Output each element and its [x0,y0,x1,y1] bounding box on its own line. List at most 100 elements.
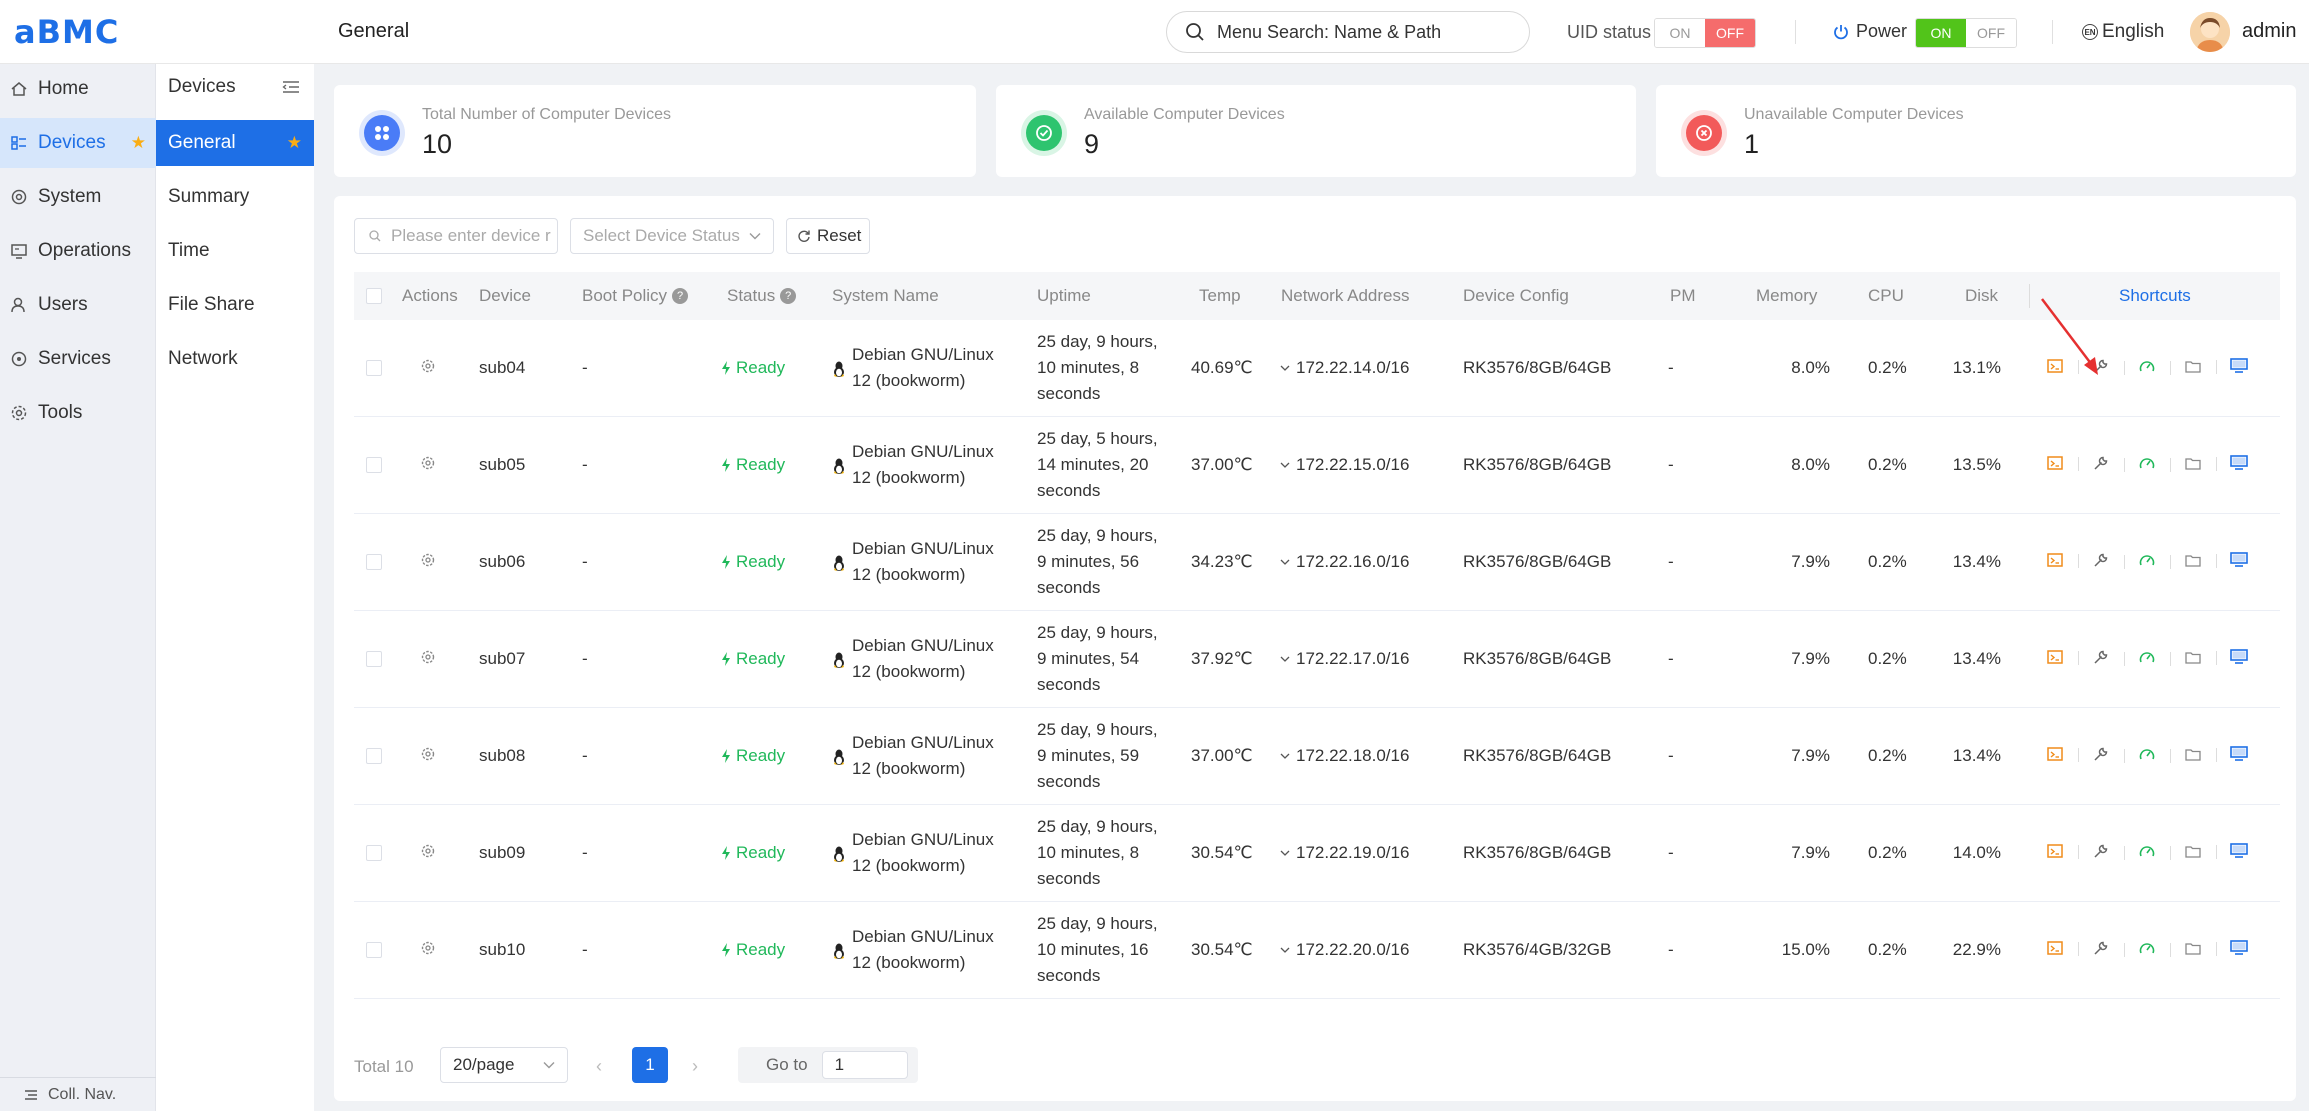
performance-gauge-icon[interactable] [2124,456,2170,472]
uid-status-toggle[interactable]: ON OFF [1654,18,1756,48]
device-name[interactable]: sub06 [479,552,525,572]
network-address[interactable]: 172.22.17.0/16 [1280,649,1409,669]
username[interactable]: admin [2242,20,2296,43]
performance-gauge-icon[interactable] [2124,553,2170,569]
folder-icon[interactable] [2170,456,2216,472]
page-size-select[interactable]: 20/page [440,1047,568,1083]
row-checkbox[interactable] [366,748,382,764]
chevron-down-icon[interactable] [1280,559,1290,565]
chevron-down-icon[interactable] [1280,753,1290,759]
prev-page-icon[interactable]: ‹ [596,1056,602,1077]
device-name[interactable]: sub04 [479,358,525,378]
help-icon[interactable]: ? [780,288,797,304]
table-row[interactable]: sub06 - Ready Debian GNU/Linux 12 (bookwo… [354,514,2280,611]
chevron-down-icon[interactable] [1280,656,1290,662]
uid-off-option[interactable]: OFF [1705,19,1755,47]
remote-desktop-icon[interactable] [2216,552,2262,568]
favorite-star-icon[interactable]: ★ [287,133,302,153]
chevron-down-icon[interactable] [1280,365,1290,371]
table-row[interactable]: sub04 - Ready Debian GNU/Linux 12 (bookwo… [354,320,2280,417]
power-off-option[interactable]: OFF [1966,19,2016,47]
terminal-icon[interactable] [2032,941,2078,955]
power-toggle[interactable]: ON OFF [1915,18,2017,48]
help-icon[interactable]: ? [672,288,689,304]
remote-desktop-icon[interactable] [2216,455,2262,471]
subnav-time[interactable]: Time [156,228,314,274]
folder-icon[interactable] [2170,844,2216,860]
folder-icon[interactable] [2170,650,2216,666]
terminal-icon[interactable] [2032,553,2078,567]
table-row[interactable]: sub05 - Ready Debian GNU/Linux 12 (bookwo… [354,417,2280,514]
table-row[interactable]: sub07 - Ready Debian GNU/Linux 12 (bookwo… [354,611,2280,708]
remote-desktop-icon[interactable] [2216,843,2262,859]
reset-button[interactable]: Reset [786,218,870,254]
next-page-icon[interactable]: › [692,1056,698,1077]
nav-system[interactable]: System [0,172,156,222]
folder-icon[interactable] [2170,941,2216,957]
network-address[interactable]: 172.22.19.0/16 [1280,843,1409,863]
page-number-current[interactable]: 1 [632,1047,668,1083]
device-name[interactable]: sub05 [479,455,525,475]
folder-icon[interactable] [2170,359,2216,375]
wrench-icon[interactable] [2078,746,2124,762]
nav-services[interactable]: Services [0,334,156,384]
subnav-general[interactable]: General ★ [156,120,314,166]
terminal-icon[interactable] [2032,747,2078,761]
nav-home[interactable]: Home [0,64,156,114]
folder-icon[interactable] [2170,747,2216,763]
performance-gauge-icon[interactable] [2124,747,2170,763]
settings-gear-icon[interactable] [420,940,436,961]
settings-gear-icon[interactable] [420,649,436,670]
settings-gear-icon[interactable] [420,843,436,864]
remote-desktop-icon[interactable] [2216,940,2262,956]
collapse-menu-icon[interactable] [282,80,300,94]
wrench-icon[interactable] [2078,940,2124,956]
table-row[interactable]: sub08 - Ready Debian GNU/Linux 12 (bookwo… [354,708,2280,805]
language-switch[interactable]: EN English [2082,21,2164,43]
performance-gauge-icon[interactable] [2124,941,2170,957]
performance-gauge-icon[interactable] [2124,844,2170,860]
network-address[interactable]: 172.22.18.0/16 [1280,746,1409,766]
header-device[interactable]: Device [479,286,531,306]
app-logo[interactable]: aBMC [14,13,119,51]
row-checkbox[interactable] [366,942,382,958]
row-checkbox[interactable] [366,845,382,861]
terminal-icon[interactable] [2032,844,2078,858]
chevron-down-icon[interactable] [1280,850,1290,856]
subnav-network[interactable]: Network [156,336,314,382]
wrench-icon[interactable] [2078,843,2124,859]
remote-desktop-icon[interactable] [2216,649,2262,665]
performance-gauge-icon[interactable] [2124,650,2170,666]
nav-devices[interactable]: Devices ★ [0,118,156,168]
nav-tools[interactable]: Tools [0,388,156,438]
subnav-file-share[interactable]: File Share [156,282,314,328]
table-row[interactable]: sub09 - Ready Debian GNU/Linux 12 (bookwo… [354,805,2280,902]
device-name[interactable]: sub07 [479,649,525,669]
subnav-summary[interactable]: Summary [156,174,314,220]
nav-operations[interactable]: Operations [0,226,156,276]
collapse-nav-button[interactable]: Coll. Nav. [0,1077,156,1111]
network-address[interactable]: 172.22.15.0/16 [1280,455,1409,475]
performance-gauge-icon[interactable] [2124,359,2170,375]
folder-icon[interactable] [2170,553,2216,569]
menu-search[interactable]: Menu Search: Name & Path [1166,11,1530,53]
device-name[interactable]: sub08 [479,746,525,766]
wrench-icon[interactable] [2078,455,2124,471]
chevron-down-icon[interactable] [1280,462,1290,468]
avatar[interactable] [2190,12,2230,52]
nav-users[interactable]: Users [0,280,156,330]
power-on-option[interactable]: ON [1916,19,1966,47]
settings-gear-icon[interactable] [420,552,436,573]
terminal-icon[interactable] [2032,650,2078,664]
table-row[interactable]: sub10 - Ready Debian GNU/Linux 12 (bookwo… [354,902,2280,999]
remote-desktop-icon[interactable] [2216,358,2262,374]
network-address[interactable]: 172.22.20.0/16 [1280,940,1409,960]
uid-on-option[interactable]: ON [1655,19,1705,47]
row-checkbox[interactable] [366,457,382,473]
device-name[interactable]: sub09 [479,843,525,863]
remote-desktop-icon[interactable] [2216,746,2262,762]
terminal-icon[interactable] [2032,456,2078,470]
favorite-star-icon[interactable]: ★ [131,133,146,153]
goto-input[interactable]: 1 [821,1051,908,1079]
chevron-down-icon[interactable] [1280,947,1290,953]
